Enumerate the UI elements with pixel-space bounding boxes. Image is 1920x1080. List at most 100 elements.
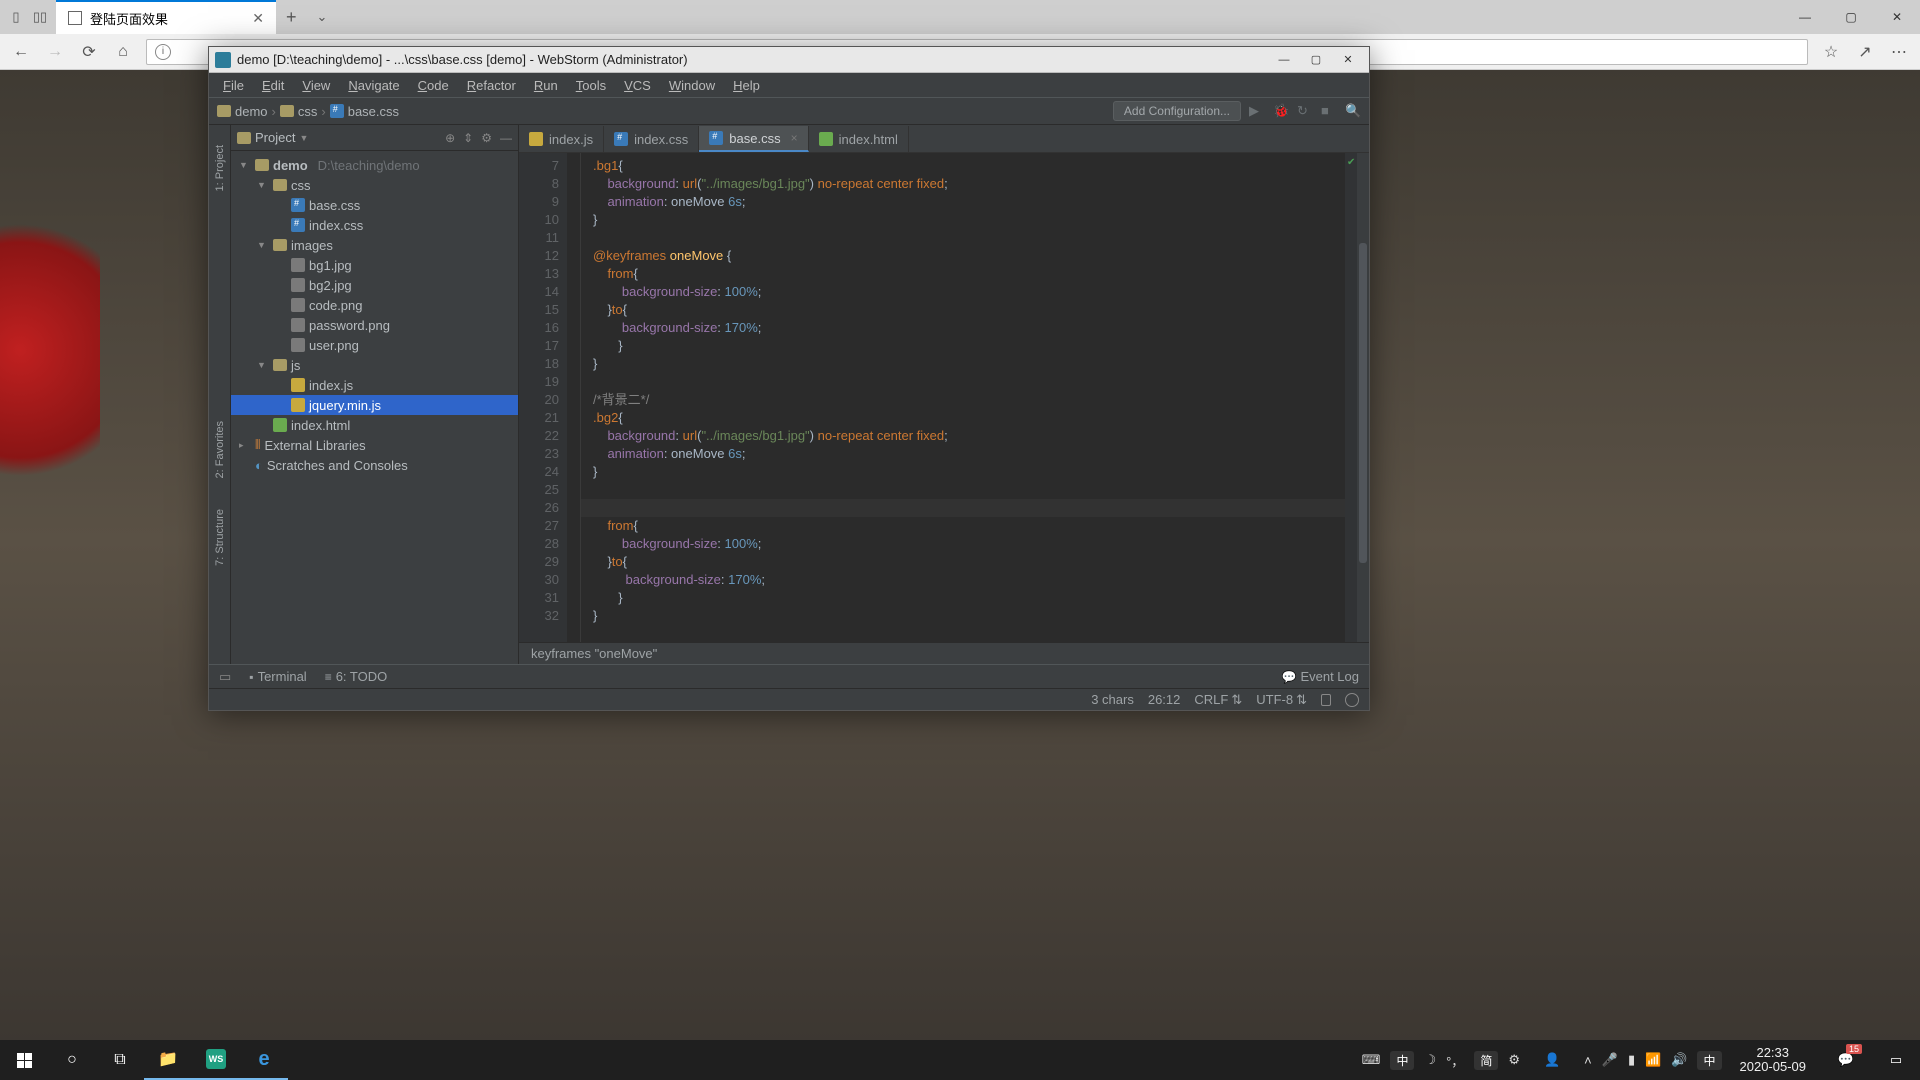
edge-close-button[interactable]: ✕ xyxy=(1874,0,1920,34)
tab-chevron-icon[interactable]: ⌄ xyxy=(307,9,338,25)
tab-close-icon[interactable]: ✕ xyxy=(252,10,264,27)
code-line[interactable]: .bg2{ xyxy=(593,409,1345,427)
tab-aside-icon[interactable]: ▯ xyxy=(6,7,26,27)
editor-tab[interactable]: base.css× xyxy=(699,126,808,152)
status-inspection-profile-icon[interactable] xyxy=(1345,693,1359,707)
search-everywhere-button[interactable]: 🔍 xyxy=(1345,103,1361,119)
code-line[interactable] xyxy=(593,481,1345,499)
editor-tab[interactable]: index.html xyxy=(809,126,909,152)
editor-breadcrumb[interactable]: keyframes "oneMove" xyxy=(519,642,1369,664)
menu-run[interactable]: Run xyxy=(526,76,566,95)
menu-navigate[interactable]: Navigate xyxy=(340,76,407,95)
editor-scrollbar[interactable] xyxy=(1357,153,1369,642)
status-encoding[interactable]: UTF-8 ⇅ xyxy=(1256,692,1307,708)
run-button[interactable]: ▶ xyxy=(1249,103,1265,119)
menu-edit[interactable]: Edit xyxy=(254,76,292,95)
tree-folder-css[interactable]: ▼css xyxy=(231,175,518,195)
code-line[interactable]: /*背景二*/ xyxy=(593,391,1345,409)
more-button[interactable]: ⋯ xyxy=(1888,41,1910,63)
crumb-item[interactable]: demo xyxy=(235,104,268,119)
code-line[interactable]: background-size: 170%; xyxy=(593,571,1345,589)
cortana-button[interactable]: ○ xyxy=(48,1040,96,1080)
code-line[interactable] xyxy=(593,373,1345,391)
webstorm-titlebar[interactable]: demo [D:\teaching\demo] - ...\css\base.c… xyxy=(209,47,1369,73)
code-line[interactable]: } xyxy=(593,463,1345,481)
code-line[interactable]: background-size: 100%; xyxy=(593,535,1345,553)
code-line[interactable]: } xyxy=(593,589,1345,607)
code-line[interactable]: } xyxy=(593,211,1345,229)
code-line[interactable]: } xyxy=(593,607,1345,625)
tray-chevron-up-icon[interactable]: ˄ xyxy=(1584,1053,1592,1068)
tray-ime-punct[interactable]: °， xyxy=(1446,1051,1464,1070)
menu-window[interactable]: Window xyxy=(661,76,723,95)
collapse-icon[interactable]: ⇕ xyxy=(463,131,473,145)
task-view-button[interactable]: ⧉ xyxy=(96,1040,144,1080)
code-content[interactable]: .bg1{ background: url("../images/bg1.jpg… xyxy=(581,153,1345,642)
code-editor[interactable]: 7891011121314151617181920212223242526272… xyxy=(519,153,1369,642)
tree-root[interactable]: ▼demoD:\teaching\demo xyxy=(231,155,518,175)
browser-tab[interactable]: 登陆页面效果 ✕ xyxy=(56,0,276,34)
fold-strip[interactable] xyxy=(567,153,581,642)
menu-view[interactable]: View xyxy=(294,76,338,95)
code-line[interactable]: animation: oneMove 6s; xyxy=(593,445,1345,463)
settings-gear-icon[interactable]: ⚙ xyxy=(481,131,492,145)
ws-minimize-button[interactable]: — xyxy=(1269,50,1299,70)
menu-code[interactable]: Code xyxy=(410,76,457,95)
tray-ime-trad[interactable]: 简 xyxy=(1474,1051,1498,1070)
code-line[interactable]: from{ xyxy=(593,265,1345,283)
project-view-selector[interactable]: Project ▼ xyxy=(237,130,308,145)
tray-microphone-icon[interactable]: 🎤 xyxy=(1602,1052,1618,1068)
tree-file[interactable]: bg1.jpg xyxy=(231,255,518,275)
tree-external-libs[interactable]: ▸⫴External Libraries xyxy=(231,435,518,455)
code-line[interactable]: background: url("../images/bg1.jpg") no-… xyxy=(593,427,1345,445)
event-log-tab[interactable]: 💬 Event Log xyxy=(1282,669,1360,684)
ws-maximize-button[interactable]: ▢ xyxy=(1301,50,1331,70)
locate-icon[interactable]: ⊕ xyxy=(445,131,455,145)
code-line[interactable]: } xyxy=(593,337,1345,355)
favorites-button[interactable]: ☆ xyxy=(1820,41,1842,63)
tree-file[interactable]: base.css xyxy=(231,195,518,215)
status-caret-pos[interactable]: 26:12 xyxy=(1148,692,1181,707)
tool-window-quick-access-icon[interactable]: ▭ xyxy=(219,669,231,685)
new-tab-button[interactable]: + xyxy=(276,7,307,28)
status-readonly-icon[interactable] xyxy=(1321,694,1331,706)
code-line[interactable]: animation: oneMove 6s; xyxy=(593,193,1345,211)
action-center-alt-button[interactable]: ▭ xyxy=(1878,1040,1914,1080)
taskbar-app-webstorm[interactable]: WS xyxy=(192,1040,240,1080)
code-line[interactable]: background-size: 170%; xyxy=(593,319,1345,337)
menu-file[interactable]: File xyxy=(215,76,252,95)
taskbar-app-explorer[interactable]: 📁 xyxy=(144,1040,192,1080)
project-tool-tab[interactable]: 1: Project xyxy=(214,145,226,191)
action-center-button[interactable]: 💬 15 xyxy=(1824,1040,1868,1080)
crumb-item[interactable]: css xyxy=(298,104,318,119)
site-info-icon[interactable]: i xyxy=(155,44,171,60)
tray-clock[interactable]: 22:33 2020-05-09 xyxy=(1732,1046,1815,1074)
tree-file[interactable]: index.html xyxy=(231,415,518,435)
code-line[interactable]: @keyframes oneMove { xyxy=(593,247,1345,265)
tray-ime-settings-icon[interactable]: ⚙ xyxy=(1508,1052,1520,1068)
edge-maximize-button[interactable]: ▢ xyxy=(1828,0,1874,34)
share-button[interactable]: ↗ xyxy=(1854,41,1876,63)
stop-button[interactable]: ■ xyxy=(1321,103,1337,119)
code-line[interactable]: }to{ xyxy=(593,553,1345,571)
tree-file[interactable]: password.png xyxy=(231,315,518,335)
tree-file[interactable]: bg2.jpg xyxy=(231,275,518,295)
code-line[interactable]: background: url("../images/bg1.jpg") no-… xyxy=(593,175,1345,193)
edge-minimize-button[interactable]: — xyxy=(1782,0,1828,34)
tray-battery-icon[interactable]: ▮ xyxy=(1628,1052,1635,1068)
tree-scratches[interactable]: ◐Scratches and Consoles xyxy=(231,455,518,475)
code-line[interactable]: } xyxy=(593,355,1345,373)
favorites-tool-tab[interactable]: 2: Favorites xyxy=(214,421,226,478)
error-stripe[interactable]: ✔ xyxy=(1345,153,1357,642)
tray-ime-indicator[interactable]: 中 xyxy=(1697,1051,1721,1070)
start-button[interactable] xyxy=(0,1040,48,1080)
taskbar-app-edge[interactable]: e xyxy=(240,1040,288,1080)
tray-people-icon[interactable]: 👤 xyxy=(1544,1052,1560,1068)
terminal-tab[interactable]: ▪ Terminal xyxy=(249,669,306,684)
refresh-button[interactable]: ⟳ xyxy=(78,41,100,63)
todo-tab[interactable]: ≡ 6: TODO xyxy=(325,669,388,684)
code-line[interactable]: .bg1{ xyxy=(593,157,1345,175)
code-line[interactable]: from{ xyxy=(593,517,1345,535)
tree-file-selected[interactable]: jquery.min.js xyxy=(231,395,518,415)
structure-tool-tab[interactable]: 7: Structure xyxy=(214,509,226,566)
